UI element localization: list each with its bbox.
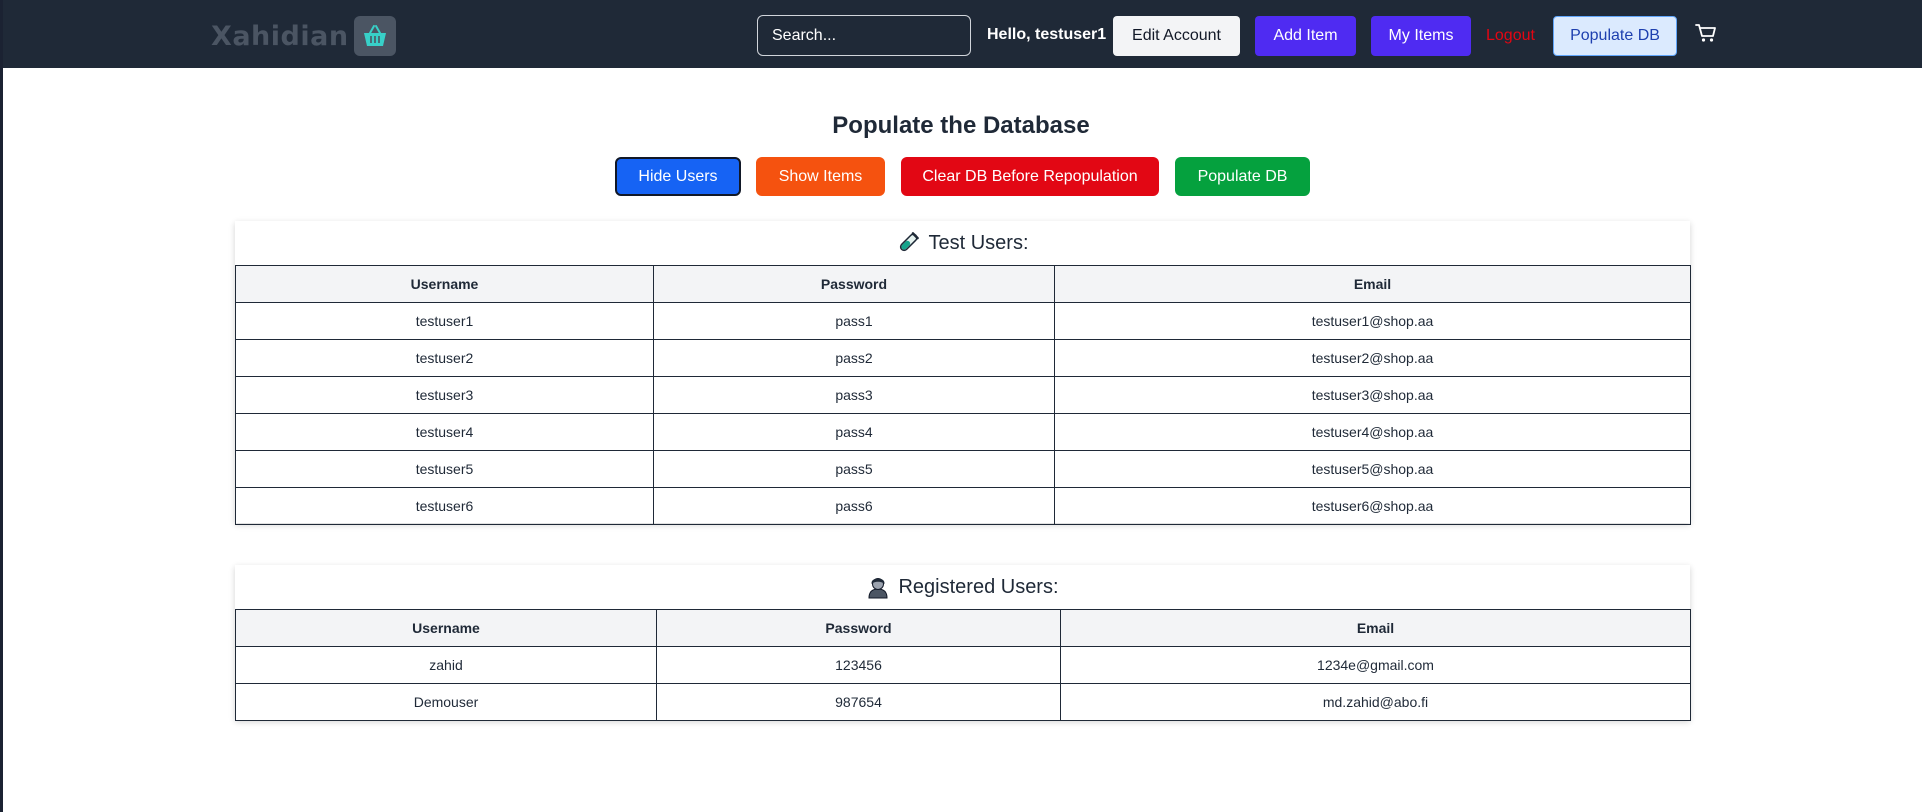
username-cell: testuser5 [235,450,654,488]
edit-account-button[interactable]: Edit Account [1113,16,1240,56]
email-cell: testuser2@shop.aa [1054,339,1691,377]
registered-users-card: Registered Users: Username Password Emai… [235,565,1691,721]
column-header-password: Password [653,265,1055,303]
username-cell: testuser6 [235,487,654,525]
email-cell: testuser5@shop.aa [1054,450,1691,488]
hide-users-button[interactable]: Hide Users [615,157,741,196]
password-cell: pass6 [653,487,1055,525]
email-cell: md.zahid@abo.fi [1060,683,1691,721]
page: Xahidian Hello, testuser1 Edit Account A… [0,0,1922,812]
table-row: testuser2 pass2 testuser2@shop.aa [235,339,1691,377]
my-items-button[interactable]: My Items [1371,16,1471,56]
brand-name: Xahidian [211,20,349,52]
username-cell: testuser1 [235,302,654,340]
test-users-title: Test Users: [928,231,1029,254]
column-header-password: Password [656,609,1061,647]
test-users-card: Test Users: Username Password Email test… [235,221,1691,525]
table-row: testuser4 pass4 testuser4@shop.aa [235,413,1691,451]
password-cell: pass5 [653,450,1055,488]
test-tube-icon [896,231,920,255]
test-users-heading: Test Users: [235,221,1690,265]
populate-db-button[interactable]: Populate DB [1175,157,1310,196]
password-cell: pass2 [653,339,1055,377]
password-cell: 123456 [656,646,1061,684]
user-icon [866,575,890,599]
password-cell: 987654 [656,683,1061,721]
table-row: testuser1 pass1 testuser1@shop.aa [235,302,1691,340]
email-cell: testuser6@shop.aa [1054,487,1691,525]
logout-link[interactable]: Logout [1486,27,1535,45]
registered-users-heading: Registered Users: [235,565,1690,609]
table-header-row: Username Password Email [235,609,1691,647]
email-cell: testuser1@shop.aa [1054,302,1691,340]
column-header-email: Email [1060,609,1691,647]
column-header-email: Email [1054,265,1691,303]
table-row: testuser6 pass6 testuser6@shop.aa [235,487,1691,525]
password-cell: pass1 [653,302,1055,340]
email-cell: testuser3@shop.aa [1054,376,1691,414]
email-cell: testuser4@shop.aa [1054,413,1691,451]
basket-icon [353,16,396,56]
search-input[interactable] [757,15,971,56]
username-cell: testuser2 [235,339,654,377]
cart-icon[interactable] [1695,22,1717,44]
navbar: Xahidian Hello, testuser1 Edit Account A… [3,0,1922,68]
clear-db-button[interactable]: Clear DB Before Repopulation [901,157,1159,196]
populate-db-nav-button[interactable]: Populate DB [1553,16,1677,56]
registered-users-table: Username Password Email zahid 123456 123… [235,609,1691,721]
add-item-button[interactable]: Add Item [1255,16,1356,56]
table-row: testuser5 pass5 testuser5@shop.aa [235,450,1691,488]
test-users-table: Username Password Email testuser1 pass1 … [235,265,1691,525]
username-cell: testuser3 [235,376,654,414]
show-items-button[interactable]: Show Items [756,157,885,196]
column-header-username: Username [235,609,657,647]
username-cell: Demouser [235,683,657,721]
column-header-username: Username [235,265,654,303]
table-row: zahid 123456 1234e@gmail.com [235,646,1691,684]
email-cell: 1234e@gmail.com [1060,646,1691,684]
table-row: testuser3 pass3 testuser3@shop.aa [235,376,1691,414]
greeting-text: Hello, testuser1 [987,26,1107,43]
username-cell: zahid [235,646,657,684]
password-cell: pass3 [653,376,1055,414]
registered-users-title: Registered Users: [898,575,1059,598]
table-header-row: Username Password Email [235,265,1691,303]
username-cell: testuser4 [235,413,654,451]
brand-logo[interactable]: Xahidian [211,16,396,56]
password-cell: pass4 [653,413,1055,451]
table-row: Demouser 987654 md.zahid@abo.fi [235,683,1691,721]
page-title: Populate the Database [832,112,1090,139]
